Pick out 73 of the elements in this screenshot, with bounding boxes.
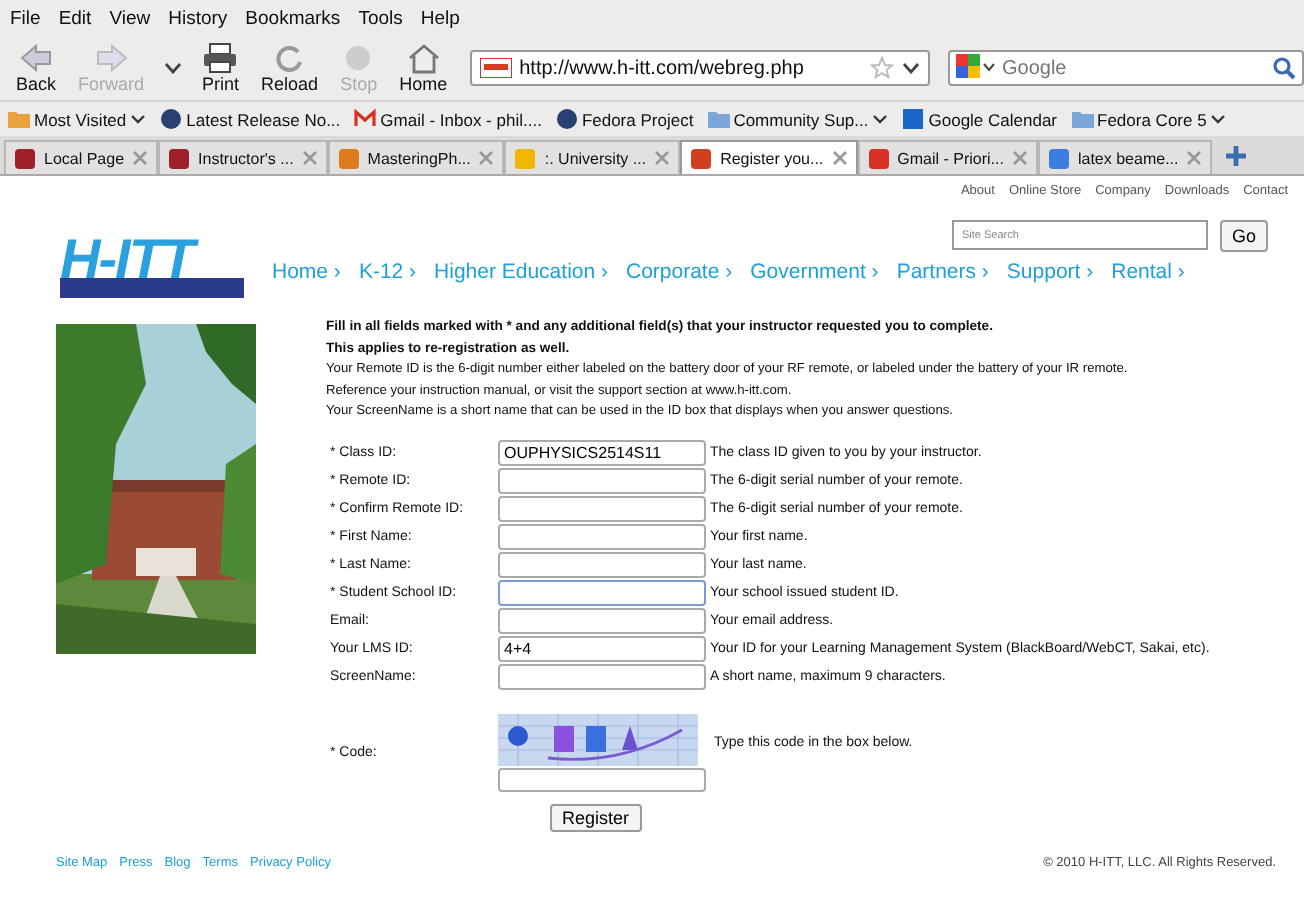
bookmark-item[interactable]: Latest Release No... xyxy=(160,108,341,130)
favicon-icon xyxy=(14,147,36,169)
google-engine-icon xyxy=(956,54,996,82)
caret-icon xyxy=(1210,114,1227,124)
menu-item[interactable]: Tools xyxy=(358,7,403,29)
folder-icon xyxy=(707,108,730,130)
browser-tab[interactable]: latex beame... xyxy=(1037,140,1213,174)
browser-tab[interactable]: MasteringPh... xyxy=(327,140,505,174)
browser-tab[interactable]: Local Page xyxy=(4,140,159,174)
address-bar[interactable]: http://www.h-itt.com/webreg.php xyxy=(469,50,930,86)
input-field[interactable] xyxy=(498,524,706,550)
menu-item[interactable]: Edit xyxy=(58,7,92,29)
menu-item[interactable]: View xyxy=(109,7,151,29)
menu-item[interactable]: File xyxy=(10,7,41,29)
input-field[interactable] xyxy=(498,496,706,522)
caret-icon[interactable] xyxy=(902,62,920,74)
favicon-icon xyxy=(168,147,191,169)
code-input-field[interactable] xyxy=(498,767,706,792)
toolbar-button[interactable]: Print xyxy=(194,42,248,94)
register-button[interactable]: Register xyxy=(550,804,642,832)
search-icon[interactable] xyxy=(1272,56,1296,80)
browser-tab[interactable]: Register you... xyxy=(680,140,858,174)
menu-item[interactable]: Bookmarks xyxy=(245,7,341,29)
caret-icon xyxy=(872,114,889,124)
site-icon xyxy=(479,58,512,78)
search-field[interactable]: Google xyxy=(948,50,1304,86)
menu-item[interactable]: History xyxy=(168,7,228,29)
favicon-icon xyxy=(690,147,713,169)
bookmark-item[interactable]: Google Calendar xyxy=(902,108,1058,130)
close-icon[interactable] xyxy=(478,150,495,166)
toolbar-button[interactable]: Reload xyxy=(253,42,327,94)
favicon-icon xyxy=(337,147,360,169)
browser-tab[interactable]: :. University ... xyxy=(504,140,681,174)
input-field[interactable] xyxy=(498,580,706,606)
forward-arrow-icon xyxy=(93,42,130,74)
toolbar-button[interactable]: Back xyxy=(8,42,65,94)
reload-icon xyxy=(271,42,308,74)
calendar-icon xyxy=(902,108,925,130)
close-icon[interactable] xyxy=(1186,150,1203,166)
bookmark-item[interactable]: Most Visited xyxy=(8,108,147,130)
home-icon xyxy=(405,42,442,74)
close-icon[interactable] xyxy=(654,150,671,166)
back-arrow-icon xyxy=(18,42,54,74)
close-icon[interactable] xyxy=(1011,150,1028,166)
browser-tab[interactable]: Gmail - Priori... xyxy=(857,140,1038,174)
mail-icon xyxy=(354,108,377,130)
close-icon[interactable] xyxy=(301,150,318,166)
menu-item[interactable]: Help xyxy=(420,7,460,29)
close-icon[interactable] xyxy=(132,150,149,166)
bookmark-item[interactable]: Gmail - Inbox - phil.... xyxy=(354,108,542,130)
browser-tab[interactable]: Instructor's ... xyxy=(158,140,328,174)
input-field[interactable] xyxy=(498,664,706,690)
close-icon[interactable] xyxy=(831,150,848,166)
favicon-icon xyxy=(514,147,537,169)
star-icon[interactable] xyxy=(870,56,894,80)
input-field[interactable] xyxy=(498,552,706,578)
bookmark-item[interactable]: Community Sup... xyxy=(707,108,889,130)
favicon-icon xyxy=(867,147,890,169)
folder-icon xyxy=(8,108,30,130)
favicon-icon xyxy=(1047,147,1070,169)
caret-icon xyxy=(164,62,183,74)
toolbar-button[interactable]: Home xyxy=(391,42,456,94)
new-tab-icon[interactable] xyxy=(1224,144,1249,168)
input-field[interactable] xyxy=(498,468,706,494)
bookmark-item[interactable]: Fedora Project xyxy=(555,108,694,130)
go-button[interactable]: Go xyxy=(1219,220,1268,252)
folder-icon xyxy=(1071,108,1094,130)
input-field[interactable]: OUPHYSICS2514S11 xyxy=(498,440,706,466)
bookmark-item[interactable]: Fedora Core 5 xyxy=(1071,108,1227,130)
input-field[interactable]: 4+4 xyxy=(498,636,706,662)
caret-icon xyxy=(130,114,147,124)
input-field[interactable] xyxy=(498,608,706,634)
printer-icon xyxy=(202,42,239,74)
